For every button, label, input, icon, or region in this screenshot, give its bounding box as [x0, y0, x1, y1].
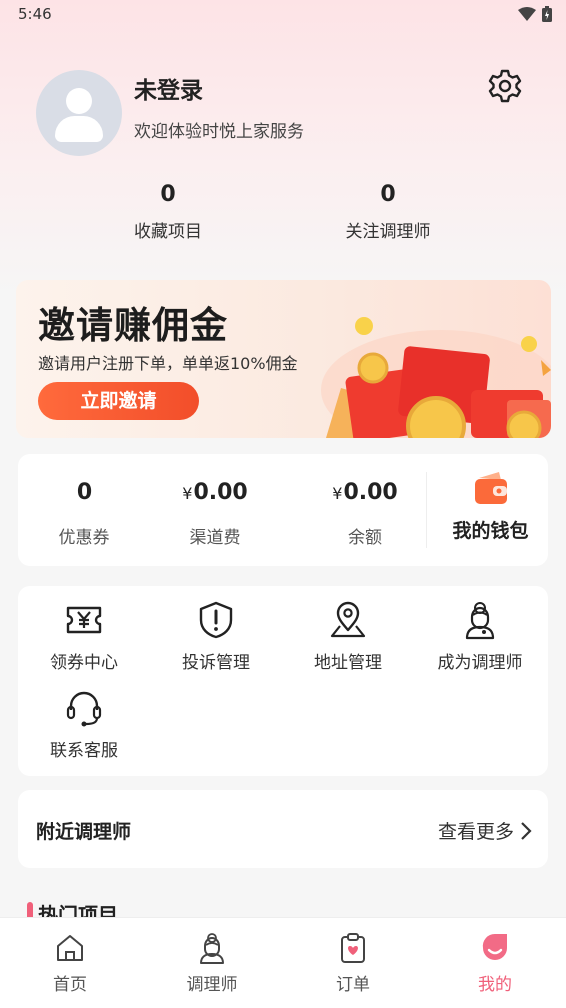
- invite-banner[interactable]: 邀请赚佣金 邀请用户注册下单，单单返10%佣金 立即邀请: [16, 280, 551, 438]
- balance-stat-label: 余额: [348, 528, 382, 548]
- therapist-icon: [465, 602, 495, 640]
- nearby-therapists-card: 附近调理师 查看更多: [18, 790, 548, 868]
- invite-now-button[interactable]: 立即邀请: [38, 382, 199, 420]
- avatar-body-shape: [55, 116, 103, 142]
- status-icons: [518, 6, 552, 22]
- wallet-divider: [426, 472, 427, 548]
- status-bar: 5:46: [0, 0, 566, 30]
- shield-alert-icon: [199, 601, 233, 639]
- menu-complaints[interactable]: 投诉管理: [150, 600, 282, 673]
- menu-become-therapist-label: 成为调理师: [437, 653, 523, 673]
- tab-home-label: 首页: [53, 975, 87, 995]
- my-wallet-button[interactable]: 我的钱包: [438, 468, 543, 558]
- headset-icon: [66, 691, 102, 727]
- tab-home[interactable]: 首页: [15, 932, 125, 995]
- user-subtitle: 欢迎体验时悦上家服务: [134, 122, 304, 142]
- channel-fee-stat[interactable]: ¥0.00 渠道费: [160, 480, 270, 548]
- menu-become-therapist[interactable]: 成为调理师: [414, 600, 546, 673]
- channel-fee-stat-label: 渠道费: [189, 528, 241, 548]
- user-name[interactable]: 未登录: [134, 71, 203, 105]
- view-more-label: 查看更多: [437, 821, 514, 843]
- tab-orders[interactable]: 订单: [298, 932, 408, 995]
- clipboard-icon: [341, 933, 365, 963]
- banner-title: 邀请赚佣金: [38, 304, 228, 347]
- location-pin-icon: [330, 601, 366, 638]
- banner-subtitle: 邀请用户注册下单，单单返10%佣金: [38, 354, 298, 373]
- avatar-head-shape: [66, 88, 92, 114]
- channel-fee-value: 0.00: [193, 480, 248, 505]
- gear-icon[interactable]: [487, 68, 523, 104]
- bottom-tab-bar: 首页 调理师 订单 我的: [0, 917, 566, 1008]
- coupon-stat[interactable]: 0 优惠券: [44, 480, 124, 548]
- home-icon: [57, 935, 83, 961]
- chevron-right-icon: [521, 821, 532, 840]
- service-menu-card: 领券中心 投诉管理 地址管理 成为调理师 联系客服: [18, 586, 548, 776]
- menu-coupon-center-label: 领券中心: [50, 653, 118, 673]
- channel-fee-stat-value: ¥0.00: [160, 480, 270, 505]
- balance-stat-value: ¥0.00: [310, 480, 420, 505]
- menu-customer-service-label: 联系客服: [50, 741, 118, 761]
- tab-orders-label: 订单: [336, 975, 370, 995]
- wallet-card: 0 优惠券 ¥0.00 渠道费 ¥0.00 余额 我的钱包: [18, 454, 548, 566]
- my-wallet-label: 我的钱包: [452, 520, 529, 542]
- wifi-icon: [518, 6, 536, 21]
- therapist-icon: [200, 933, 224, 964]
- stat-followed-value: 0: [380, 182, 396, 207]
- coupon-stat-label: 优惠券: [58, 528, 110, 548]
- stat-followed-therapists[interactable]: 0 关注调理师: [313, 182, 463, 242]
- stat-favorites[interactable]: 0 收藏项目: [93, 182, 243, 242]
- menu-complaints-label: 投诉管理: [182, 653, 250, 673]
- battery-icon: [542, 6, 552, 22]
- status-time: 5:46: [18, 5, 52, 23]
- tab-profile-label: 我的: [478, 975, 512, 995]
- tab-profile[interactable]: 我的: [440, 932, 550, 995]
- menu-address-label: 地址管理: [314, 653, 382, 673]
- stat-favorites-label: 收藏项目: [134, 222, 202, 242]
- view-more-link[interactable]: 查看更多: [438, 817, 532, 844]
- menu-coupon-center[interactable]: 领券中心: [18, 600, 150, 673]
- channel-fee-currency: ¥: [182, 484, 193, 503]
- balance-stat[interactable]: ¥0.00 余额: [310, 480, 420, 548]
- nearby-therapists-title: 附近调理师: [36, 821, 132, 843]
- balance-currency: ¥: [332, 484, 343, 503]
- tab-therapists[interactable]: 调理师: [157, 932, 267, 995]
- menu-customer-service[interactable]: 联系客服: [18, 688, 150, 761]
- stat-followed-label: 关注调理师: [345, 222, 431, 242]
- avatar[interactable]: [36, 70, 122, 156]
- stat-favorites-value: 0: [160, 182, 176, 207]
- tab-therapists-label: 调理师: [186, 975, 238, 995]
- coupon-stat-value: 0: [44, 480, 124, 505]
- balance-value: 0.00: [343, 480, 398, 505]
- coupon-value: 0: [76, 480, 93, 505]
- coupon-icon: [66, 606, 102, 634]
- red-envelope-illustration: [321, 317, 551, 438]
- menu-address[interactable]: 地址管理: [282, 600, 414, 673]
- wallet-icon: [474, 472, 507, 504]
- profile-icon: [482, 933, 507, 960]
